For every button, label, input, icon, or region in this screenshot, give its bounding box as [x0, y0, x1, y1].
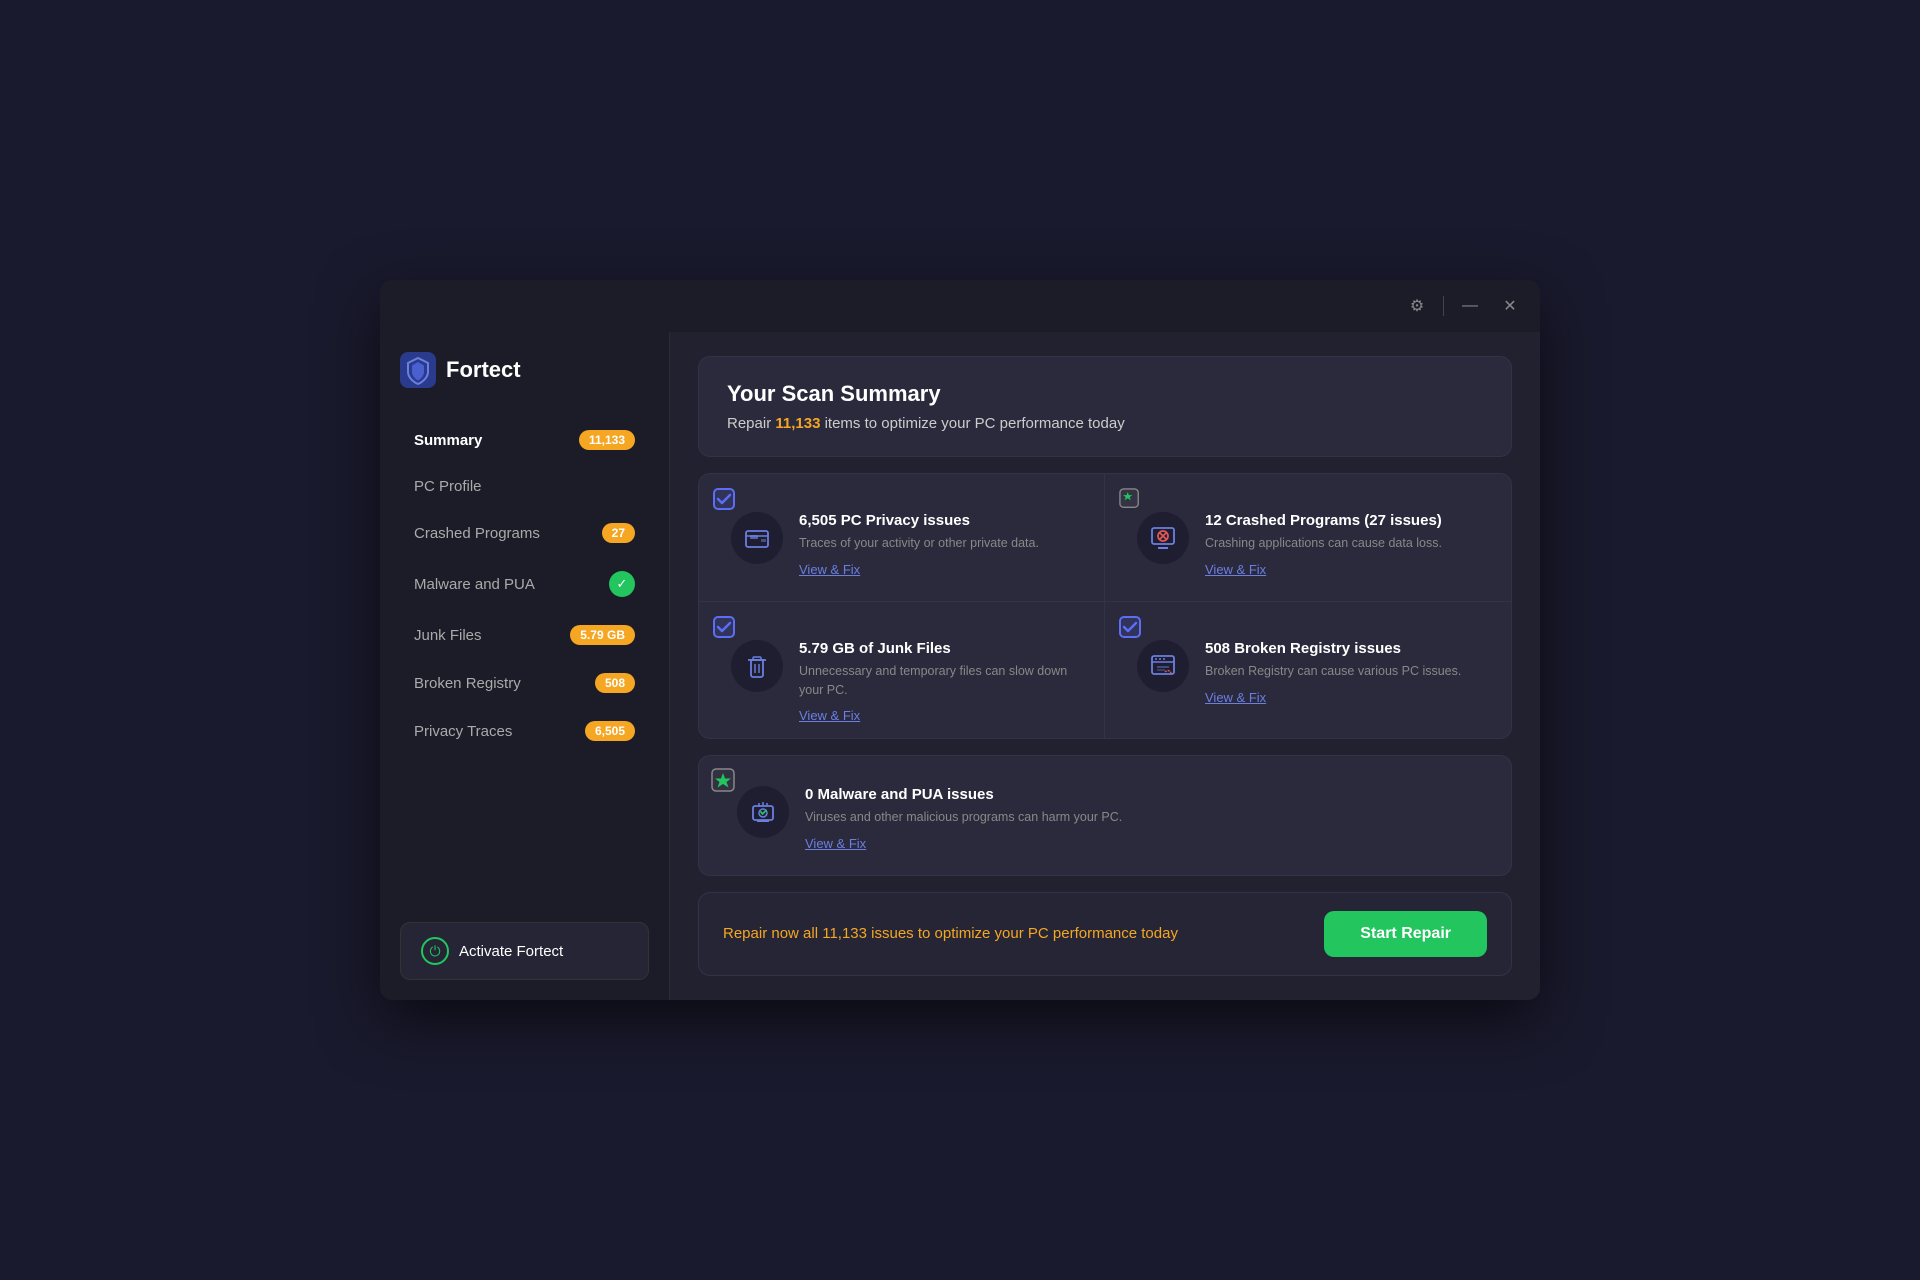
gear-icon: ⚙ — [1410, 296, 1424, 316]
junk-desc: Unnecessary and temporary files can slow… — [799, 662, 1082, 700]
malware-info: 0 Malware and PUA issues Viruses and oth… — [805, 786, 1122, 853]
sidebar-item-junk-files[interactable]: Junk Files 5.79 GB — [400, 613, 649, 657]
malware-icon — [749, 798, 777, 826]
privacy-icon-wrap — [731, 512, 783, 564]
junk-badge: 5.79 GB — [570, 625, 635, 645]
privacy-title: 6,505 PC Privacy issues — [799, 512, 1039, 529]
registry-title: 508 Broken Registry issues — [1205, 640, 1461, 657]
privacy-view-fix-link[interactable]: View & Fix — [799, 562, 860, 577]
sidebar-item-broken-registry[interactable]: Broken Registry 508 — [400, 661, 649, 705]
logo-text: Fortect — [446, 357, 521, 383]
main-content: Fortect Summary 11,133 PC Profile Crashe… — [380, 332, 1540, 1000]
sidebar-item-malware-pua[interactable]: Malware and PUA ✓ — [400, 559, 649, 609]
malware-pua-label: Malware and PUA — [414, 576, 535, 593]
registry-icon-wrap — [1137, 640, 1189, 692]
privacy-icon — [743, 524, 771, 552]
summary-badge: 11,133 — [579, 430, 635, 450]
privacy-badge: 6,505 — [585, 721, 635, 741]
privacy-checkbox-icon — [713, 488, 735, 510]
bottom-bar-text: Repair now all 11,133 issues to optimize… — [723, 923, 1178, 946]
issue-card-registry: 508 Broken Registry issues Broken Regist… — [1105, 602, 1511, 740]
malware-title: 0 Malware and PUA issues — [805, 786, 1122, 803]
logo-icon — [400, 352, 436, 388]
close-button[interactable]: ✕ — [1496, 292, 1524, 320]
sidebar-item-crashed-programs[interactable]: Crashed Programs 27 — [400, 511, 649, 555]
issue-card-crashed: 12 Crashed Programs (27 issues) Crashing… — [1105, 474, 1511, 602]
sidebar: Fortect Summary 11,133 PC Profile Crashe… — [380, 332, 670, 1000]
malware-desc: Viruses and other malicious programs can… — [805, 808, 1122, 827]
registry-desc: Broken Registry can cause various PC iss… — [1205, 662, 1461, 681]
titlebar-divider — [1443, 296, 1444, 316]
privacy-info: 6,505 PC Privacy issues Traces of your a… — [799, 512, 1039, 579]
malware-icon-wrap — [737, 786, 789, 838]
summary-label: Summary — [414, 432, 482, 449]
registry-view-fix-link[interactable]: View & Fix — [1205, 690, 1266, 705]
scan-description: Repair 11,133 items to optimize your PC … — [727, 415, 1483, 432]
crashed-icon-wrap — [1137, 512, 1189, 564]
registry-checkbox-icon — [1119, 616, 1141, 638]
crashed-badge: 27 — [602, 523, 635, 543]
junk-checkbox-icon — [713, 616, 735, 638]
issue-card-malware: 0 Malware and PUA issues Viruses and oth… — [698, 755, 1512, 876]
minimize-icon: — — [1462, 297, 1478, 315]
junk-view-fix-link[interactable]: View & Fix — [799, 708, 860, 723]
scan-title: Your Scan Summary — [727, 381, 1483, 407]
crashed-info: 12 Crashed Programs (27 issues) Crashing… — [1205, 512, 1442, 579]
crashed-desc: Crashing applications can cause data los… — [1205, 534, 1442, 553]
crashed-icon — [1149, 524, 1177, 552]
junk-files-label: Junk Files — [414, 627, 482, 644]
privacy-desc: Traces of your activity or other private… — [799, 534, 1039, 553]
registry-info: 508 Broken Registry issues Broken Regist… — [1205, 640, 1461, 707]
crashed-star-badge — [1119, 488, 1141, 510]
main-panel: Your Scan Summary Repair 11,133 items to… — [670, 332, 1540, 1000]
crashed-view-fix-link[interactable]: View & Fix — [1205, 562, 1266, 577]
close-icon: ✕ — [1503, 296, 1516, 316]
issue-card-privacy: 6,505 PC Privacy issues Traces of your a… — [699, 474, 1105, 602]
registry-icon — [1149, 652, 1177, 680]
privacy-traces-label: Privacy Traces — [414, 723, 512, 740]
sidebar-item-summary[interactable]: Summary 11,133 — [400, 418, 649, 462]
activate-label: Activate Fortect — [459, 943, 563, 960]
issues-grid: 6,505 PC Privacy issues Traces of your a… — [698, 473, 1512, 739]
junk-icon-wrap — [731, 640, 783, 692]
registry-badge: 508 — [595, 673, 635, 693]
power-icon: ⏻ — [421, 937, 449, 965]
activate-fortect-button[interactable]: ⏻ Activate Fortect — [400, 922, 649, 980]
scan-summary-header: Your Scan Summary Repair 11,133 items to… — [698, 356, 1512, 457]
malware-view-fix-link[interactable]: View & Fix — [805, 836, 866, 851]
issue-card-junk: 5.79 GB of Junk Files Unnecessary and te… — [699, 602, 1105, 740]
pc-profile-label: PC Profile — [414, 478, 482, 495]
settings-button[interactable]: ⚙ — [1403, 292, 1431, 320]
broken-registry-label: Broken Registry — [414, 675, 521, 692]
sidebar-item-pc-profile[interactable]: PC Profile — [400, 466, 649, 507]
logo: Fortect — [400, 352, 649, 388]
sidebar-item-privacy-traces[interactable]: Privacy Traces 6,505 — [400, 709, 649, 753]
minimize-button[interactable]: — — [1456, 292, 1484, 320]
bottom-action-bar: Repair now all 11,133 issues to optimize… — [698, 892, 1512, 976]
junk-icon — [743, 652, 771, 680]
malware-check-badge: ✓ — [609, 571, 635, 597]
titlebar: ⚙ — ✕ — [380, 280, 1540, 332]
app-window: ⚙ — ✕ Fortect Summary 11,133 — [380, 280, 1540, 1000]
junk-title: 5.79 GB of Junk Files — [799, 640, 1082, 657]
crashed-title: 12 Crashed Programs (27 issues) — [1205, 512, 1442, 529]
start-repair-button[interactable]: Start Repair — [1324, 911, 1487, 957]
malware-star-badge — [711, 768, 737, 799]
junk-info: 5.79 GB of Junk Files Unnecessary and te… — [799, 640, 1082, 726]
scan-highlight-number: 11,133 — [775, 415, 820, 432]
crashed-programs-label: Crashed Programs — [414, 525, 540, 542]
